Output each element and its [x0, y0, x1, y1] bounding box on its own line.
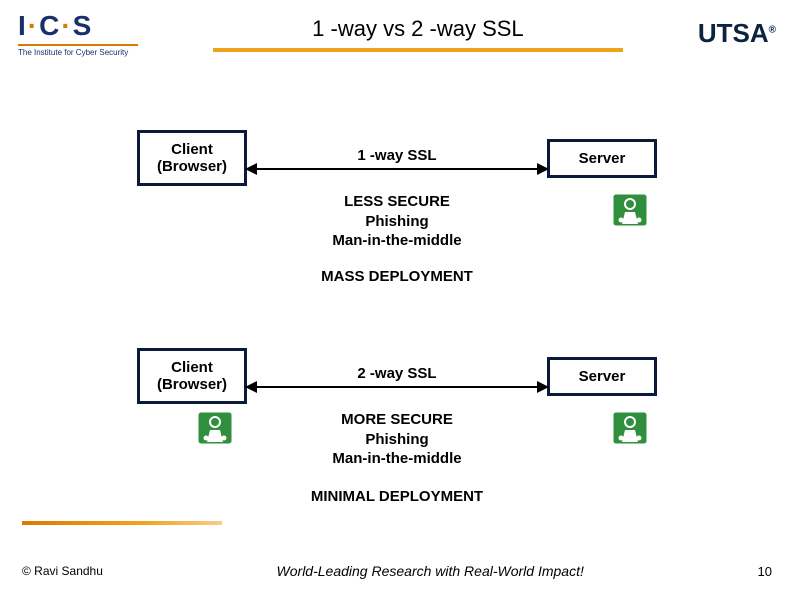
- arrow-right-icon: [537, 163, 549, 175]
- ics-letter: S: [73, 10, 94, 41]
- oneway-label: 1 -way SSL: [357, 147, 436, 164]
- ics-dot-icon: ·: [61, 10, 72, 41]
- twoway-ssl-row: Client (Browser) 2 -way SSL Server: [0, 348, 794, 404]
- client-box: Client (Browser): [137, 348, 247, 404]
- page-number: 10: [758, 564, 772, 579]
- title-block: 1 -way vs 2 -way SSL: [158, 16, 678, 52]
- server-label: Server: [564, 368, 640, 385]
- twoway-note: MORE SECURE Phishing Man-in-the-middle: [0, 410, 794, 469]
- client-label-line2: (Browser): [154, 158, 230, 175]
- copyright: © Ravi Sandhu: [22, 564, 103, 578]
- arrow-right-icon: [537, 381, 549, 393]
- twoway-connector: 2 -way SSL: [247, 365, 547, 388]
- ics-logo-text: I·C·S: [18, 10, 93, 42]
- footer-accent-bar: [22, 521, 222, 525]
- ics-logo: I·C·S The Institute for Cyber Security: [18, 10, 138, 57]
- ics-letter: C: [39, 10, 61, 41]
- server-certificate-icon: [610, 190, 650, 230]
- ics-logo-underline: [18, 44, 138, 46]
- client-box: Client (Browser): [137, 130, 247, 186]
- note-line: Phishing: [0, 430, 794, 450]
- server-box: Server: [547, 357, 657, 396]
- client-label-line2: (Browser): [154, 376, 230, 393]
- client-label-line1: Client: [154, 141, 230, 158]
- ics-letter: I: [18, 10, 28, 41]
- client-certificate-icon: [195, 408, 235, 448]
- client-label-line1: Client: [154, 359, 230, 376]
- utsa-logo-text: UTSA: [698, 18, 769, 48]
- utsa-logo: UTSA®: [698, 18, 776, 49]
- note-line: LESS SECURE: [0, 192, 794, 212]
- tagline: World-Leading Research with Real-World I…: [103, 563, 758, 579]
- server-certificate-icon: [610, 408, 650, 448]
- slide-title: 1 -way vs 2 -way SSL: [312, 16, 524, 42]
- twoway-label: 2 -way SSL: [357, 365, 436, 382]
- utsa-trademark-icon: ®: [769, 24, 776, 35]
- twoway-deployment: MINIMAL DEPLOYMENT: [0, 488, 794, 505]
- note-line: MORE SECURE: [0, 410, 794, 430]
- title-underline: [213, 48, 623, 52]
- oneway-deployment: MASS DEPLOYMENT: [0, 268, 794, 285]
- server-label: Server: [564, 150, 640, 167]
- slide-footer: © Ravi Sandhu World-Leading Research wit…: [0, 563, 794, 579]
- arrow-left-icon: [245, 381, 257, 393]
- oneway-note: LESS SECURE Phishing Man-in-the-middle: [0, 192, 794, 251]
- note-line: Man-in-the-middle: [0, 231, 794, 251]
- oneway-ssl-row: Client (Browser) 1 -way SSL Server: [0, 130, 794, 186]
- ics-logo-subtitle: The Institute for Cyber Security: [18, 48, 128, 57]
- ics-dot-icon: ·: [28, 10, 39, 41]
- slide-header: I·C·S The Institute for Cyber Security 1…: [0, 0, 794, 57]
- note-line: Phishing: [0, 212, 794, 232]
- connector-line: [247, 386, 547, 388]
- connector-line: [247, 168, 547, 170]
- note-line: Man-in-the-middle: [0, 449, 794, 469]
- arrow-left-icon: [245, 163, 257, 175]
- oneway-connector: 1 -way SSL: [247, 147, 547, 170]
- server-box: Server: [547, 139, 657, 178]
